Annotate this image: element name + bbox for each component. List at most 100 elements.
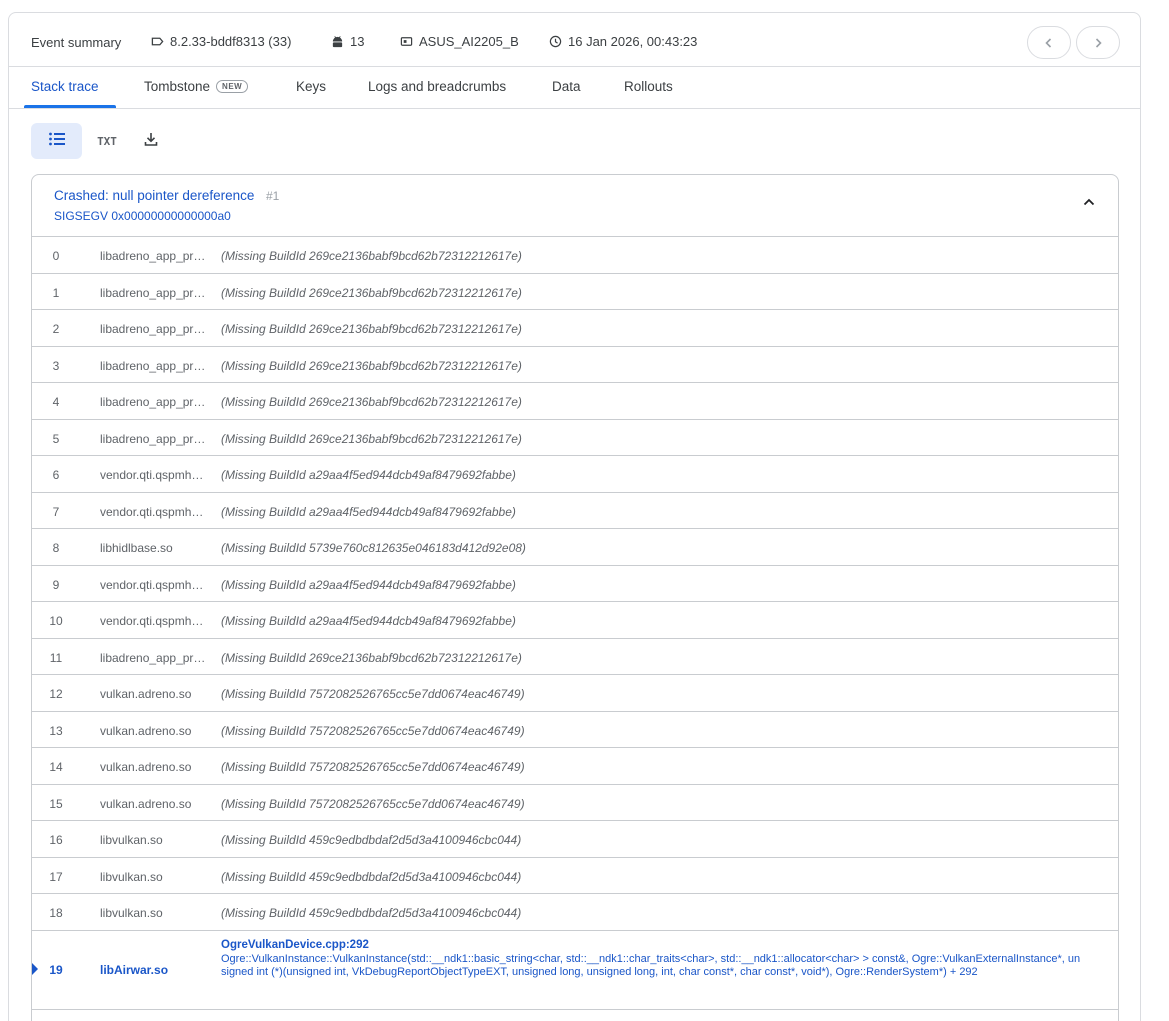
frame-index: 6 — [52, 468, 60, 482]
frame-row[interactable]: 16 libvulkan.so (Missing BuildId 459c9edbd… — [32, 821, 1118, 858]
frame-row[interactable]: 14 vulkan.adreno.so (Missing BuildId 75720… — [32, 748, 1118, 785]
frame-index: 12 — [49, 687, 63, 701]
frame-library: libhidlbase.so — [100, 541, 173, 555]
frame-missing-buildid: (Missing BuildId 269ce2136babf9bcd62b723… — [221, 358, 522, 373]
frame-library: vulkan.adreno.so — [100, 723, 192, 738]
frame-library: libadreno_app_profiles.so — [100, 322, 208, 336]
frame-row[interactable]: 12 vulkan.adreno.so (Missing BuildId 75720… — [32, 675, 1118, 712]
frame-row[interactable]: 5 libadreno_app_profiles.so (Missing Build… — [32, 420, 1118, 456]
frame-index: 17 — [49, 869, 63, 884]
frame-row[interactable]: 4 libadreno_app_profiles.so (Missing Build… — [32, 383, 1118, 420]
frame-index: 15 — [49, 796, 63, 811]
clock-icon — [549, 35, 562, 48]
frame-library: vendor.qti.qspmhal.so — [100, 504, 208, 519]
frame-row[interactable]: 13 vulkan.adreno.so (Missing BuildId 75720… — [32, 712, 1118, 748]
previous-event-button[interactable] — [1027, 26, 1071, 59]
frame-index: 16 — [49, 833, 63, 847]
frame-missing-buildid: (Missing BuildId 269ce2136babf9bcd62b723… — [221, 650, 522, 665]
tab-bar: Stack trace Tombstone NEW Keys Logs and … — [9, 68, 1140, 109]
event-summary-bar: Event summary 8.2.33-bddf8313 (33) 13 AS… — [9, 13, 1140, 67]
tab-rollouts[interactable]: Rollouts — [624, 79, 673, 94]
frame-library: libadreno_app_profiles.so — [100, 395, 208, 409]
frame-row[interactable]: 0 libadreno_app_profiles.so (Missing Build… — [32, 237, 1118, 274]
tab-stack-trace[interactable]: Stack trace — [31, 79, 99, 94]
download-button[interactable] — [133, 123, 169, 159]
txt-view-button[interactable]: TXT — [87, 123, 127, 159]
crash-title: Crashed: null pointer dereference — [54, 188, 255, 203]
frame-row[interactable]: 9 vendor.qti.qspmhal.so (Missing BuildId a… — [32, 566, 1118, 602]
frame-library: vendor.qti.qspmhal.so — [100, 468, 208, 482]
tab-label: Rollouts — [624, 79, 673, 94]
frame-row[interactable]: 2 libadreno_app_profiles.so (Missing Build… — [32, 310, 1118, 347]
frame-index: 5 — [52, 431, 60, 446]
frame-missing-buildid: (Missing BuildId a29aa4f5ed944dcb49af847… — [221, 504, 516, 519]
crash-signal: SIGSEGV 0x00000000000000a0 — [54, 209, 231, 223]
frame-index: 3 — [52, 358, 60, 373]
frame-row[interactable]: 6 vendor.qti.qspmhal.so (Missing BuildId a… — [32, 456, 1118, 493]
frame-index: 0 — [52, 249, 60, 263]
tab-tombstone[interactable]: Tombstone NEW — [144, 79, 249, 94]
timestamp-info: 16 Jan 2026, 00:43:23 — [549, 34, 697, 49]
stack-trace-panel: Crashed: null pointer dereference #1 SIG… — [31, 174, 1119, 1021]
frame-missing-buildid: (Missing BuildId 269ce2136babf9bcd62b723… — [221, 249, 522, 263]
frame-index: 10 — [49, 614, 63, 628]
frame-index: 13 — [49, 723, 63, 738]
tab-label: Data — [552, 79, 581, 94]
tab-logs-and-breadcrumbs[interactable]: Logs and breadcrumbs — [368, 79, 506, 94]
frame-index: 14 — [49, 760, 63, 774]
active-tab-indicator — [24, 105, 116, 108]
chevron-right-icon — [1092, 37, 1104, 49]
tab-label: Keys — [296, 79, 327, 94]
frame-library: libvulkan.so — [100, 833, 163, 847]
frame-row[interactable]: 18 libvulkan.so (Missing BuildId 459c9edbd… — [32, 894, 1118, 931]
tab-label: Logs and breadcrumbs — [368, 79, 507, 94]
frame-row[interactable]: 10 vendor.qti.qspmhal.so (Missing BuildId … — [32, 602, 1118, 639]
frame-index: 8 — [52, 541, 60, 555]
device-info: ASUS_AI2205_B — [400, 34, 519, 49]
list-view-button[interactable] — [31, 123, 82, 159]
frame-index: 2 — [52, 322, 60, 336]
frame-source-file[interactable]: OgreVulkanDevice.cpp:292 — [221, 939, 369, 951]
frame-missing-buildid: (Missing BuildId 5739e760c812635e046183d… — [221, 541, 526, 555]
frame-symbol: Ogre::VulkanInstance::VulkanInstance(std… — [221, 952, 1081, 979]
frame-row[interactable]: 1 libadreno_app_profiles.so (Missing Build… — [32, 274, 1118, 310]
frame-library: vulkan.adreno.so — [100, 687, 192, 701]
frame-library: libAirwar.so — [100, 962, 169, 977]
frame-library: libadreno_app_profiles.so — [100, 249, 208, 263]
frame-row[interactable]: 11 libadreno_app_profiles.so (Missing Buil… — [32, 639, 1118, 675]
frame-row[interactable]: 8 libhidlbase.so (Missing BuildId 5739e760… — [32, 529, 1118, 566]
frame-missing-buildid: (Missing BuildId 269ce2136babf9bcd62b723… — [221, 322, 522, 336]
event-card: Event summary 8.2.33-bddf8313 (33) 13 AS… — [8, 12, 1141, 1021]
frame-row[interactable]: 17 libvulkan.so (Missing BuildId 459c9edbd… — [32, 858, 1118, 894]
frame-row[interactable]: 15 vulkan.adreno.so (Missing BuildId 75720… — [32, 785, 1118, 821]
frame-row-highlighted[interactable]: 19 libAirwar.so OgreVulkanDevice.cpp:292… — [32, 931, 1118, 1010]
next-event-button[interactable] — [1076, 26, 1120, 59]
frame-index: 1 — [52, 285, 60, 300]
frame-row[interactable]: 3 libadreno_app_profiles.so (Missing Build… — [32, 347, 1118, 383]
frame-library: vulkan.adreno.so — [100, 760, 192, 774]
frame-index: 9 — [52, 577, 60, 592]
frame-library: libvulkan.so — [100, 869, 163, 884]
frame-index: 11 — [49, 650, 63, 665]
frame-missing-buildid: (Missing BuildId 459c9edbdbdaf2d5d3a4100… — [221, 833, 522, 847]
frame-list: 0 libadreno_app_profiles.so (Missing Build… — [32, 237, 1118, 931]
frame-row[interactable]: 7 vendor.qti.qspmhal.so (Missing BuildId a… — [32, 493, 1118, 529]
new-badge: NEW — [216, 80, 249, 93]
frame-missing-buildid: (Missing BuildId 269ce2136babf9bcd62b723… — [221, 395, 522, 409]
tab-data[interactable]: Data — [552, 79, 581, 94]
chevron-left-icon — [1043, 37, 1055, 49]
frame-library: libvulkan.so — [100, 906, 163, 920]
tag-icon — [151, 35, 164, 48]
frame-missing-buildid: (Missing BuildId 7572082526765cc5e7dd067… — [221, 687, 525, 701]
version-text: 8.2.33-bddf8313 (33) — [170, 34, 292, 49]
frame-index: 4 — [52, 395, 60, 409]
thread-header[interactable]: Crashed: null pointer dereference #1 SIG… — [32, 175, 1118, 237]
frame-index: 7 — [52, 504, 60, 519]
frame-index: 19 — [49, 962, 63, 977]
chevron-up-icon[interactable] — [1082, 195, 1096, 214]
version-info: 8.2.33-bddf8313 (33) — [151, 34, 291, 49]
frame-index: 18 — [49, 906, 63, 920]
frame-missing-buildid: (Missing BuildId a29aa4f5ed944dcb49af847… — [221, 468, 516, 482]
thread-number: #1 — [266, 189, 280, 203]
tab-keys[interactable]: Keys — [296, 79, 326, 94]
